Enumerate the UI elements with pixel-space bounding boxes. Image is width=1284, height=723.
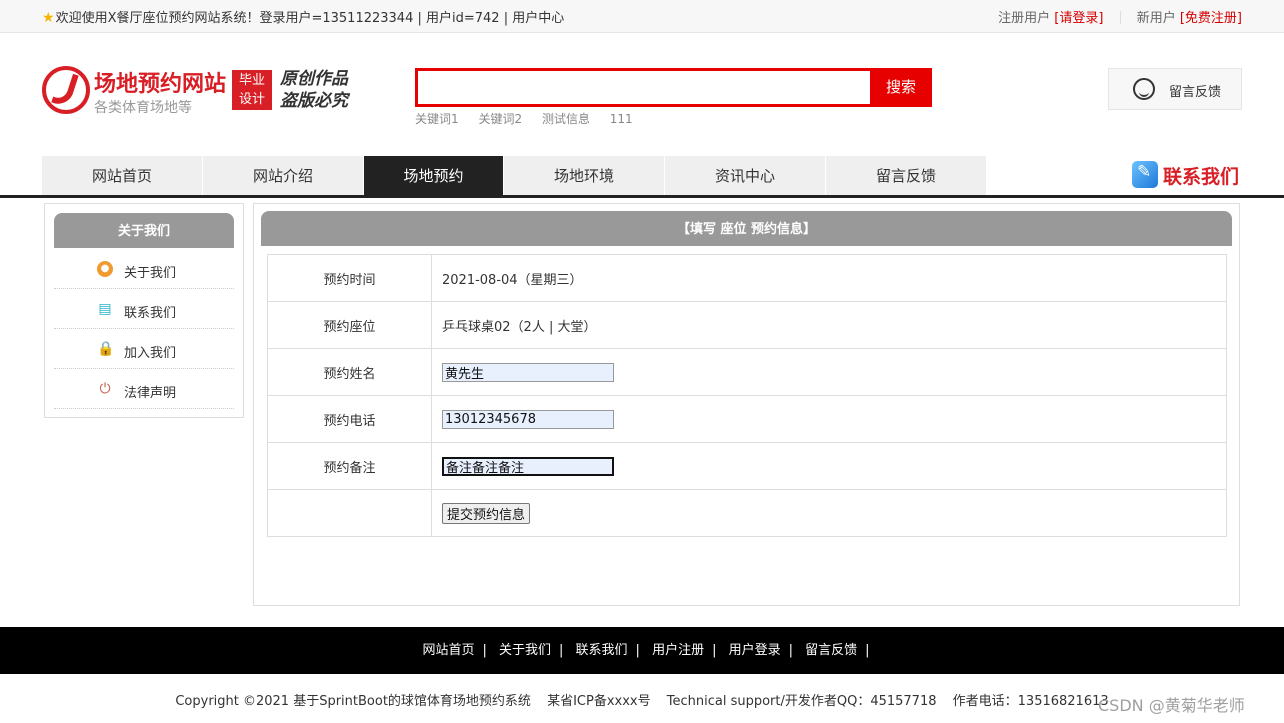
hot-keywords: 关键词1 关键词2 测试信息 111 (415, 110, 649, 127)
table-row: 预约备注 (267, 442, 1227, 490)
account-links: 注册用户 [请登录] 新用户 [免费注册] (998, 7, 1242, 26)
remark-field[interactable] (442, 456, 614, 476)
copyright-text: Copyright ©2021 基于SprintBoot的球馆体育场地预约系统 (175, 694, 531, 709)
footer-link-feedback[interactable]: 留言反馈 (805, 643, 857, 658)
site-title: 场地预约网站 (94, 72, 227, 97)
nav-item-home[interactable]: 网站首页 (42, 156, 203, 196)
welcome-text: 欢迎使用X餐厅座位预约网站系统！登录用户=13511223344 | 用户id=… (55, 11, 565, 26)
footer-link-contact[interactable]: 联系我们 (576, 643, 628, 658)
slogan: 原创作品 盗版必究 (280, 68, 348, 112)
field-label: 预约电话 (267, 395, 432, 443)
contact-pencil-icon (1132, 161, 1158, 188)
field-label: 预约姓名 (267, 348, 432, 396)
sidebar-list: ● 关于我们 ▤ 联系我们 🔒 加入我们 ⏻ 法律声明 (54, 249, 234, 409)
phone-field[interactable] (442, 409, 614, 429)
site-logo-icon[interactable] (42, 66, 90, 114)
icp-text: 某省ICP备xxxx号 (547, 694, 651, 709)
field-label: 预约备注 (267, 442, 432, 490)
login-link[interactable]: [请登录] (1054, 11, 1103, 26)
sidebar-item-label: 关于我们 (124, 266, 177, 281)
booking-panel: 【填写 座位 预约信息】 预约时间 2021-08-04（星期三） 预约座位 乒… (253, 203, 1240, 606)
support-text: Technical support/开发作者QQ：45157718 (666, 694, 937, 709)
footer-link-about[interactable]: 关于我们 (499, 643, 551, 658)
table-row: 预约座位 乒乓球桌02（2人 | 大堂） (267, 301, 1227, 349)
footer-link-register[interactable]: 用户注册 (652, 643, 704, 658)
welcome-message: ★欢迎使用X餐厅座位预约网站系统！登录用户=13511223344 | 用户id… (42, 7, 564, 26)
feedback-button-label: 留言反馈 (1169, 85, 1222, 100)
table-row: 预约姓名 (267, 348, 1227, 396)
slogan-line2: 盗版必究 (280, 91, 348, 111)
nav-item-feedback[interactable]: 留言反馈 (826, 156, 987, 196)
registered-user-label: 注册用户 (998, 11, 1051, 26)
sidebar-item-about[interactable]: ● 关于我们 (54, 249, 234, 289)
register-link[interactable]: [免费注册] (1180, 11, 1242, 26)
hot-keyword-link[interactable]: 关键词1 (415, 112, 459, 126)
power-icon: ⏻ (99, 381, 111, 397)
search-button[interactable]: 搜索 (870, 68, 932, 107)
slogan-line1: 原创作品 (280, 69, 348, 89)
contact-us-label: 联系我们 (1163, 166, 1240, 188)
search-input[interactable] (415, 68, 870, 107)
footer-link-home[interactable]: 网站首页 (422, 643, 474, 658)
site-subtitle: 各类体育场地等 (94, 100, 192, 116)
copyright-line: Copyright ©2021 基于SprintBoot的球馆体育场地预约系统 … (0, 690, 1284, 709)
sidebar-item-join[interactable]: 🔒 加入我们 (54, 329, 234, 369)
sidebar-item-label: 法律声明 (124, 386, 177, 401)
panel-title: 【填写 座位 预约信息】 (261, 211, 1232, 246)
divider (1119, 11, 1121, 24)
hot-keyword-link[interactable]: 关键词2 (478, 112, 522, 126)
hot-keyword-link[interactable]: 111 (610, 112, 633, 126)
star-icon: ★ (42, 10, 55, 26)
sidebar-item-contact[interactable]: ▤ 联系我们 (54, 289, 234, 329)
top-bar: ★欢迎使用X餐厅座位预约网站系统！登录用户=13511223344 | 用户id… (0, 0, 1284, 33)
footer-link-login[interactable]: 用户登录 (729, 643, 781, 658)
sidebar-item-legal[interactable]: ⏻ 法律声明 (54, 369, 234, 409)
table-row: 预约时间 2021-08-04（星期三） (267, 254, 1227, 302)
nav-item-booking[interactable]: 场地预约 (364, 156, 504, 196)
sidebar-item-label: 加入我们 (124, 346, 177, 361)
sidebar: 关于我们 ● 关于我们 ▤ 联系我们 🔒 加入我们 ⏻ 法律声明 (44, 203, 244, 418)
clipboard-icon: ▤ (98, 301, 112, 317)
submit-booking-button[interactable]: 提交预约信息 (442, 502, 531, 524)
table-row: 预约电话 (267, 395, 1227, 443)
nav-item-news[interactable]: 资讯中心 (665, 156, 826, 196)
field-label: 预约时间 (267, 254, 432, 302)
lock-icon: 🔒 (97, 341, 115, 357)
feedback-button[interactable]: 留言反馈 (1108, 68, 1242, 110)
sidebar-title: 关于我们 (54, 213, 234, 248)
booking-form: 预约时间 2021-08-04（星期三） 预约座位 乒乓球桌02（2人 | 大堂… (267, 254, 1227, 537)
field-label: 预约座位 (267, 301, 432, 349)
graduation-badge: 毕业 设计 (232, 70, 272, 110)
hot-keyword-link[interactable]: 测试信息 (542, 112, 590, 126)
info-circle-icon: ● (97, 261, 113, 277)
phone-text: 作者电话：13516821613 (952, 694, 1109, 709)
customer-service-icon (1133, 78, 1155, 100)
table-row: 提交预约信息 (267, 489, 1227, 537)
watermark: CSDN @黄菊华老师 (1098, 696, 1245, 715)
nav-item-intro[interactable]: 网站介绍 (203, 156, 364, 196)
name-field[interactable] (442, 362, 614, 382)
booking-time-value: 2021-08-04（星期三） (431, 254, 1227, 302)
booking-seat-value: 乒乓球桌02（2人 | 大堂） (431, 301, 1227, 349)
nav-item-environment[interactable]: 场地环境 (504, 156, 665, 196)
nav-divider (0, 195, 1284, 198)
badge-line2: 设计 (238, 92, 265, 107)
new-user-label: 新用户 (1136, 11, 1176, 26)
sidebar-item-label: 联系我们 (124, 306, 177, 321)
main-nav: 网站首页 网站介绍 场地预约 场地环境 资讯中心 留言反馈 (42, 156, 987, 196)
footer-nav: 网站首页 | 关于我们 | 联系我们 | 用户注册 | 用户登录 | 留言反馈 | (0, 627, 1284, 674)
badge-line1: 毕业 (238, 73, 265, 88)
